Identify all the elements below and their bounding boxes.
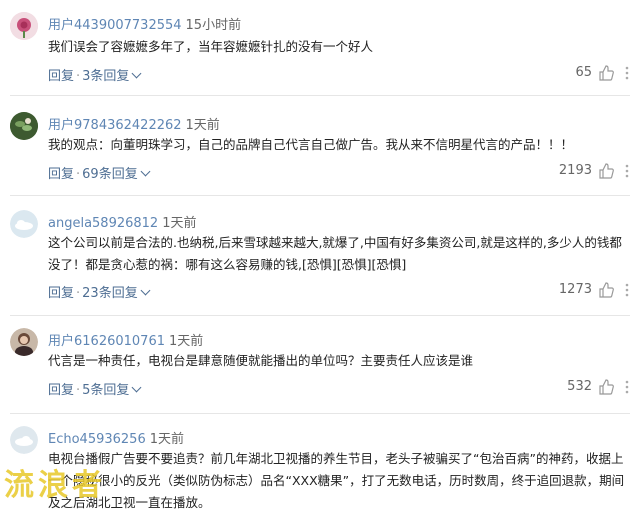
chevron-down-icon — [131, 382, 142, 393]
thumbs-up-icon[interactable] — [598, 163, 614, 179]
comment-item: 用户61626010761 1天前 代言是一种责任，电视台是肆意随便就能播出的单位… — [0, 320, 640, 420]
reply-button[interactable]: 回复 — [48, 69, 74, 84]
more-icon[interactable] — [624, 163, 630, 179]
comment-text: 我们误会了容嬷嬷多年了，当年容嬷嬷针扎的没有一个好人 — [48, 39, 374, 54]
reply-button[interactable]: 回复 — [48, 167, 74, 182]
divider — [10, 95, 630, 96]
more-icon[interactable] — [624, 282, 630, 298]
cloud-avatar-icon — [10, 426, 38, 454]
divider — [10, 315, 630, 316]
username[interactable]: 用户4439007732554 — [48, 18, 182, 33]
username[interactable]: 用户61626010761 — [48, 334, 165, 349]
comment-item: 用户4439007732554 15小时前 我们误会了容嬷嬷多年了，当年容嬷嬷针扎… — [0, 0, 640, 96]
separator: · — [76, 167, 81, 182]
avatar[interactable] — [10, 12, 38, 40]
divider — [10, 413, 630, 414]
more-icon[interactable] — [624, 65, 630, 81]
avatar[interactable] — [10, 328, 38, 356]
timestamp: 1天前 — [168, 334, 204, 349]
avatar[interactable] — [10, 426, 38, 454]
cloud-avatar-icon — [10, 210, 38, 238]
like-count: 1273 — [558, 282, 592, 297]
reply-button[interactable]: 回复 — [48, 383, 74, 398]
thumbs-up-icon[interactable] — [598, 282, 614, 298]
chevron-down-icon — [140, 166, 151, 177]
timestamp: 1天前 — [149, 432, 185, 447]
view-replies-button[interactable]: 3条回复 — [82, 69, 129, 84]
comment-text: 代言是一种责任，电视台是肆意随便就能播出的单位吗？主要责任人应该是谁 — [48, 353, 474, 368]
timestamp: 1天前 — [162, 216, 197, 231]
chevron-down-icon — [140, 285, 151, 296]
avatar[interactable] — [10, 210, 38, 238]
divider — [10, 195, 630, 196]
plant-avatar-icon — [10, 112, 38, 140]
username[interactable]: 用户9784362422262 — [48, 118, 182, 133]
avatar[interactable] — [10, 112, 38, 140]
view-replies-button[interactable]: 5条回复 — [82, 383, 129, 398]
like-count: 65 — [575, 65, 592, 80]
person-avatar-icon — [10, 328, 38, 356]
comment-text: 电视台播假广告要不要追责？前几年湖北卫视播的养生节目，老头子被骗买了“包治百病”… — [48, 451, 625, 510]
view-replies-button[interactable]: 23条回复 — [82, 286, 138, 301]
timestamp: 1天前 — [185, 118, 220, 133]
watermark: 流浪者 — [4, 468, 106, 503]
reply-button[interactable]: 回复 — [48, 286, 74, 301]
like-count: 2193 — [558, 163, 592, 178]
chevron-down-icon — [131, 68, 142, 79]
username[interactable]: angela58926812 — [48, 216, 158, 231]
view-replies-button[interactable]: 69条回复 — [82, 167, 138, 182]
more-icon[interactable] — [624, 379, 630, 395]
separator: · — [76, 69, 81, 84]
comment-item: 用户9784362422262 1天前 我的观点：向董明珠学习，自己的品牌自己代言… — [0, 100, 640, 196]
timestamp: 15小时前 — [185, 18, 242, 33]
rose-avatar-icon — [10, 12, 38, 40]
separator: · — [76, 286, 81, 301]
like-count: 532 — [567, 379, 592, 394]
comment-text: 这个公司以前是合法的.也纳税,后来雪球越来越大,就爆了,中国有好多集资公司,就是… — [48, 235, 622, 272]
comment-text: 我的观点：向董明珠学习，自己的品牌自己代言自己做广告。我从来不信明星代言的产品！… — [48, 137, 574, 152]
separator: · — [76, 383, 81, 398]
username[interactable]: Echo45936256 — [48, 432, 146, 447]
thumbs-up-icon[interactable] — [598, 379, 614, 395]
thumbs-up-icon[interactable] — [598, 65, 614, 81]
comment-item: angela58926812 1天前 这个公司以前是合法的.也纳税,后来雪球越来越… — [0, 200, 640, 320]
